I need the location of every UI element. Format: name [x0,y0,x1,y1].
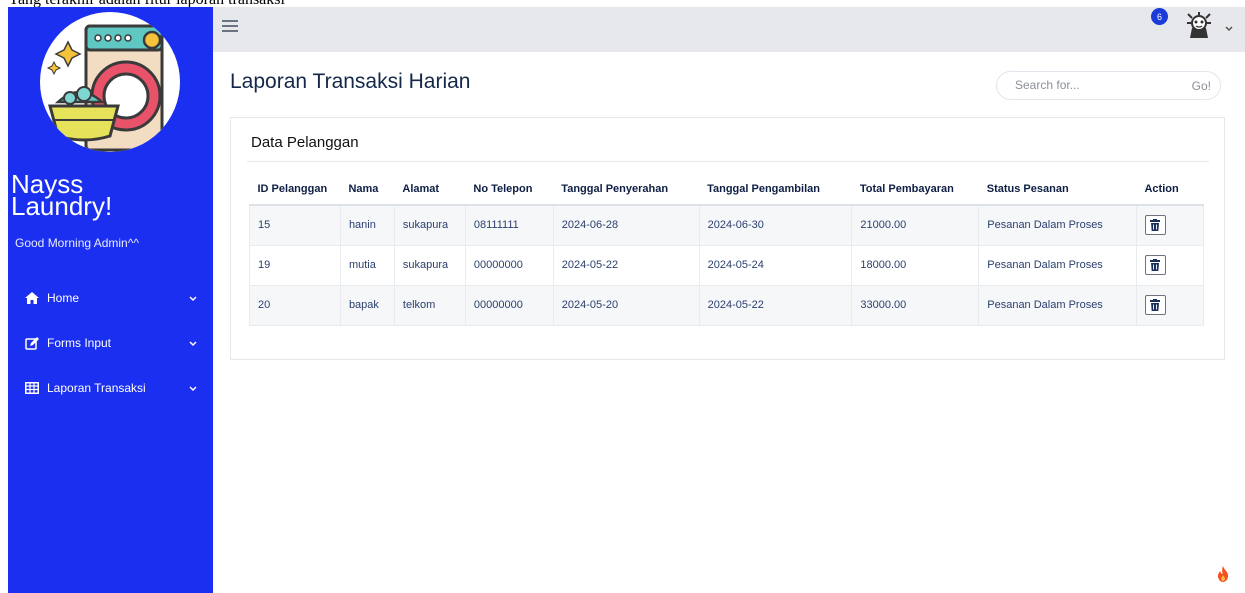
table-cell: 18000.00 [851,244,980,286]
column-header: Alamat [394,174,466,206]
table-row: 20 bapak telkom 00000000 2024-05-20 2024… [249,284,1205,326]
table-cell: 19 [249,244,341,286]
table-cell: 2024-05-22 [698,284,853,326]
trash-icon [1150,299,1161,311]
sidebar-item-home[interactable]: Home [8,286,213,310]
column-header: No Telepon [465,174,554,206]
table-cell: sukapura [393,244,466,286]
edit-icon [25,336,39,350]
brand-name: Nayss Laundry! [11,169,113,221]
table-cell: 21000.00 [851,204,980,246]
table-cell: 2024-05-22 [552,244,700,286]
hamburger-menu-icon[interactable] [222,19,238,38]
user-avatar[interactable] [1184,12,1214,45]
table-cell: 2024-06-30 [698,204,853,246]
column-header: Action [1136,174,1204,206]
search-box: Go! [996,71,1221,100]
column-header: Nama [340,174,395,206]
table-cell: hanin [339,204,395,246]
table-icon [25,382,39,394]
chevron-down-icon [189,336,197,350]
chevron-down-icon[interactable] [1225,19,1233,37]
search-go-button[interactable]: Go! [1192,79,1211,93]
transactions-table: ID Pelanggan Nama Alamat No Telepon Tang… [249,174,1205,326]
sidebar-item-label: Home [47,291,80,305]
fire-icon[interactable] [1216,566,1230,587]
action-cell [1135,284,1205,326]
table-cell: mutia [339,244,395,286]
table-cell: 2024-05-24 [698,244,853,286]
table-cell: Pesanan Dalam Proses [978,284,1137,326]
laundry-logo [40,12,180,152]
card-title: Data Pelanggan [251,134,359,151]
delete-button[interactable] [1144,295,1166,315]
trash-icon [1150,259,1161,271]
chevron-down-icon [189,381,197,395]
table-header-row: ID Pelanggan Nama Alamat No Telepon Tang… [249,174,1204,206]
sidebar-item-laporan-transaksi[interactable]: Laporan Transaksi [8,376,213,400]
chevron-down-icon [189,291,197,305]
column-header: Tanggal Penyerahan [553,174,700,206]
column-header: Tanggal Pengambilan [699,174,852,206]
notification-badge[interactable]: 6 [1151,8,1168,25]
search-input[interactable] [1015,78,1165,92]
table-row: 19 mutia sukapura 00000000 2024-05-22 20… [249,244,1205,286]
table-cell: 15 [249,204,341,246]
table-cell: sukapura [393,204,466,246]
table-cell: 20 [249,284,341,326]
action-cell [1135,204,1205,246]
action-cell [1135,244,1205,286]
card-divider [247,161,1209,162]
sidebar-item-forms-input[interactable]: Forms Input [8,331,213,355]
sidebar-item-label: Laporan Transaksi [47,381,146,395]
table-cell: bapak [339,284,395,326]
table-cell: 00000000 [464,244,554,286]
delete-button[interactable] [1144,255,1166,275]
table-cell: 08111111 [464,204,554,246]
table-cell: telkom [393,284,466,326]
topbar: 6 [213,7,1245,52]
column-header: Total Pembayaran [851,174,979,206]
home-icon [25,292,39,304]
table-cell: Pesanan Dalam Proses [978,244,1137,286]
sidebar: Nayss Laundry! Good Morning Admin^^ Home… [8,7,213,593]
table-cell: 2024-05-20 [552,284,700,326]
sidebar-item-label: Forms Input [47,336,112,350]
column-header: ID Pelanggan [249,174,341,206]
table-cell: 2024-06-28 [552,204,700,246]
trash-icon [1150,219,1161,232]
table-row: 15 hanin sukapura 08111111 2024-06-28 20… [249,204,1205,246]
table-cell: 33000.00 [851,284,980,326]
table-cell: Pesanan Dalam Proses [978,204,1137,246]
greeting-text: Good Morning Admin^^ [15,236,139,250]
delete-button[interactable] [1144,215,1166,236]
page-title: Laporan Transaksi Harian [230,70,471,93]
table-cell: 00000000 [464,284,554,326]
column-header: Status Pesanan [978,174,1137,206]
